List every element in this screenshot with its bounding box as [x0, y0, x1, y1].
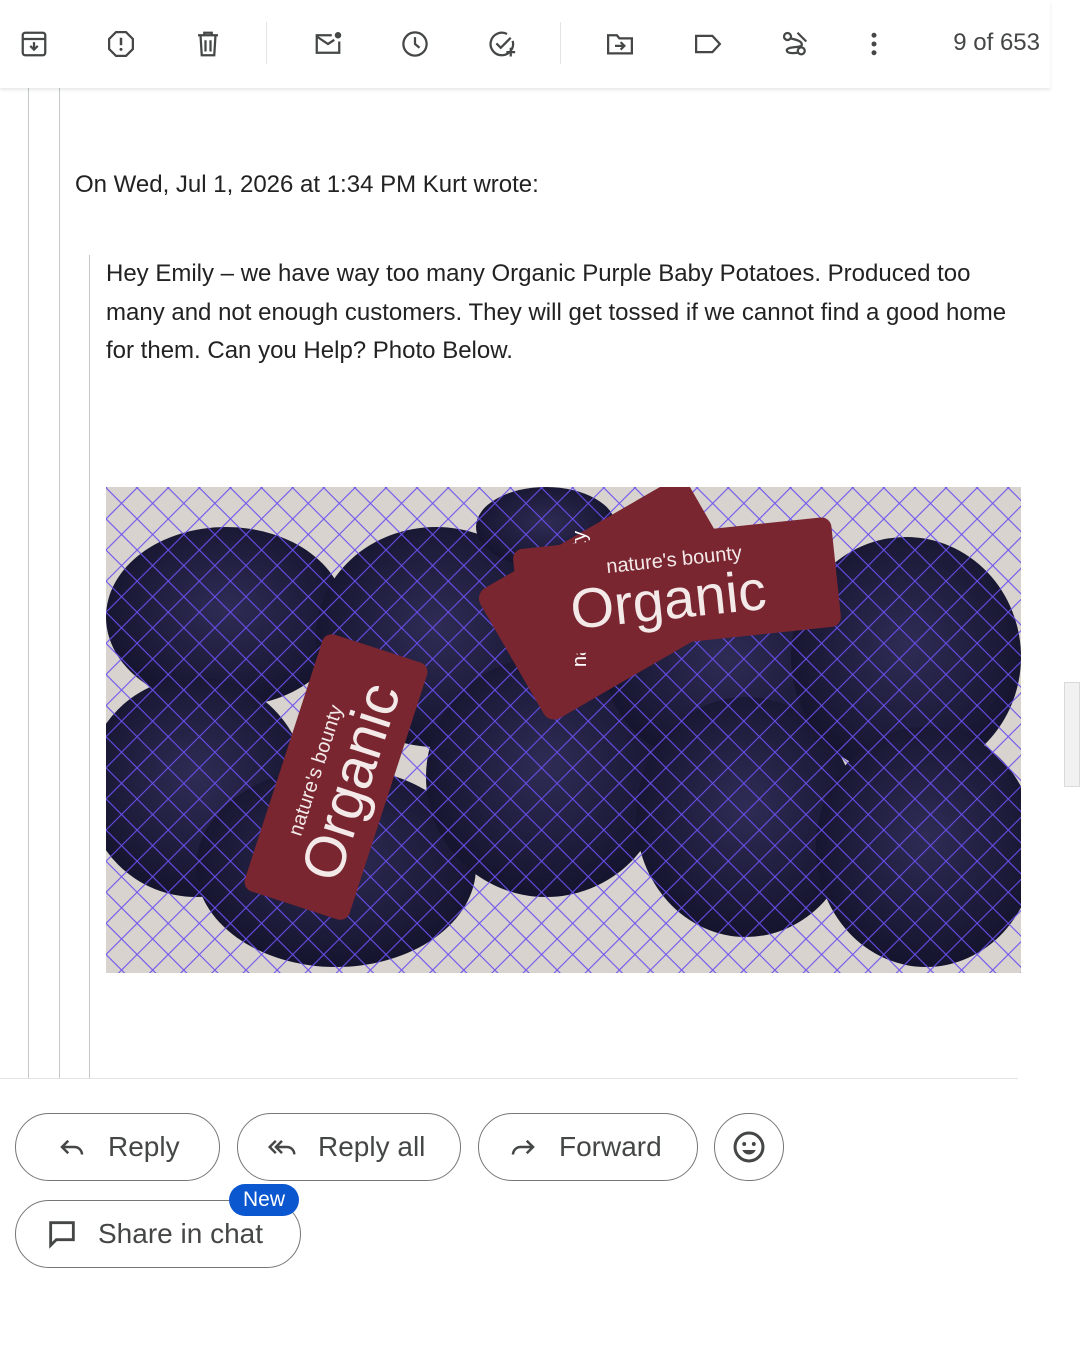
reply-all-button[interactable]: Reply all: [237, 1113, 461, 1181]
delete-icon[interactable]: [186, 22, 230, 66]
move-to-icon[interactable]: [598, 22, 642, 66]
message-counter: 9 of 653: [953, 29, 1040, 56]
add-task-icon[interactable]: [480, 22, 524, 66]
archive-icon[interactable]: [12, 22, 56, 66]
divider: [0, 1078, 1018, 1079]
quote-header: On Wed, Jul 1, 2026 at 1:34 PM Kurt wrot…: [75, 171, 539, 198]
snooze-icon[interactable]: [393, 22, 437, 66]
reply-button[interactable]: Reply: [15, 1113, 220, 1181]
chat-icon: [44, 1216, 80, 1252]
share-in-chat-label: Share in chat: [98, 1218, 263, 1249]
quote-line-inner: [89, 255, 90, 1078]
report-spam-icon[interactable]: [99, 22, 143, 66]
reply-all-icon: [264, 1129, 300, 1165]
forward-icon: [505, 1129, 541, 1165]
reply-icon: [54, 1129, 90, 1165]
mark-unread-icon[interactable]: [306, 22, 350, 66]
message-body: Hey Emily – we have way too many Organic…: [106, 260, 1007, 364]
label-icon[interactable]: [686, 22, 730, 66]
reply-all-label: Reply all: [318, 1131, 426, 1162]
new-badge: New: [229, 1184, 299, 1216]
filter-icon[interactable]: [773, 22, 817, 66]
forward-label: Forward: [559, 1131, 662, 1162]
quote-line-outer: [28, 88, 29, 1078]
quote-line-middle: [59, 88, 60, 1078]
reply-label: Reply: [108, 1131, 180, 1162]
potato-photo[interactable]: nature's bounty nature's bounty Organic …: [106, 487, 1021, 973]
emoji-reaction-button[interactable]: [714, 1113, 784, 1181]
emoji-icon: [731, 1129, 767, 1165]
more-icon[interactable]: [852, 22, 896, 66]
message-toolbar: 9 of 653: [0, 0, 1050, 88]
scrollbar-thumb[interactable]: [1064, 682, 1080, 787]
forward-button[interactable]: Forward: [478, 1113, 698, 1181]
